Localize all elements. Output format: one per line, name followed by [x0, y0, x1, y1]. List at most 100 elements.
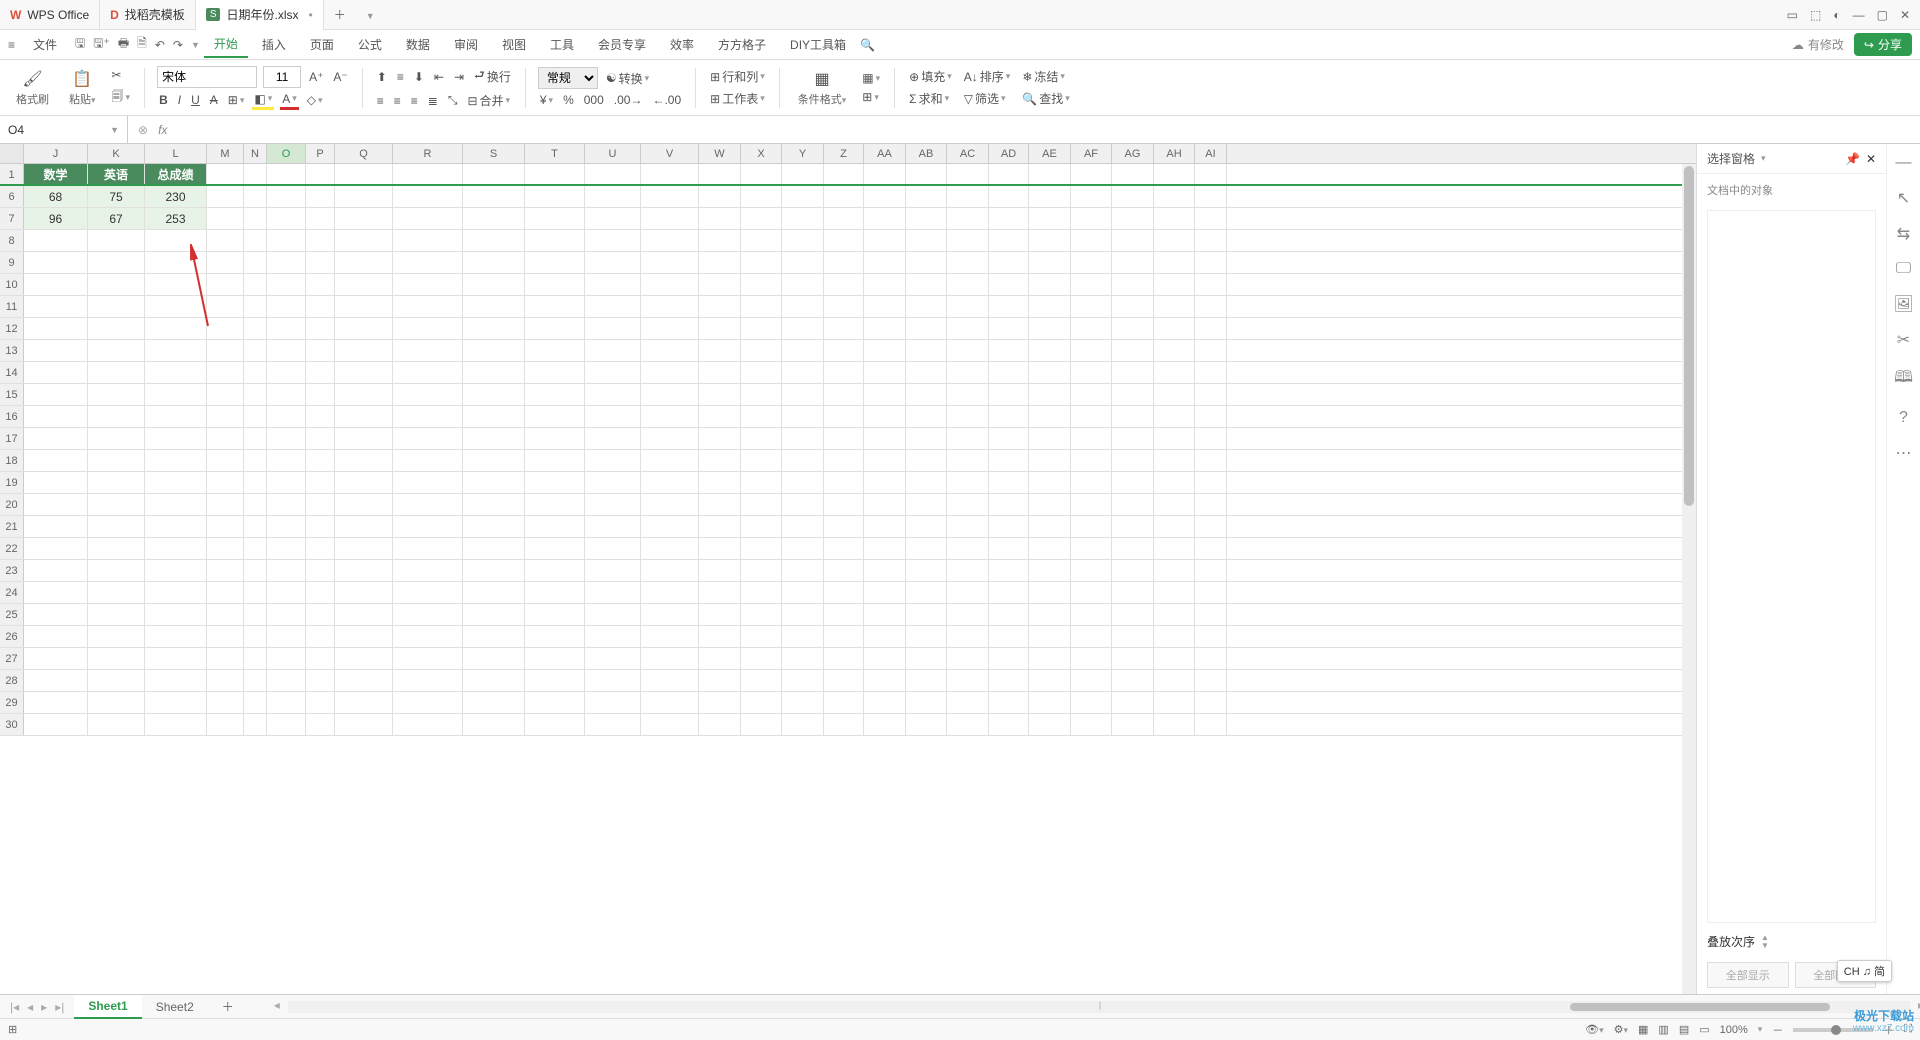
col-header-AF[interactable]: AF: [1071, 144, 1112, 163]
cell-AB1[interactable]: [906, 164, 947, 184]
cell-W17[interactable]: [699, 428, 741, 449]
cell-Q16[interactable]: [335, 406, 393, 427]
more-rail-icon[interactable]: ⋯: [1896, 443, 1912, 463]
cell-N29[interactable]: [244, 692, 267, 713]
cell-K14[interactable]: [88, 362, 145, 383]
cell-L29[interactable]: [145, 692, 207, 713]
share-button[interactable]: ↪ 分享: [1854, 33, 1912, 56]
cell-K21[interactable]: [88, 516, 145, 537]
image-rail-icon[interactable]: 🖼: [1893, 294, 1913, 314]
cell-AA11[interactable]: [864, 296, 906, 317]
save-icon[interactable]: 🖫: [75, 34, 85, 55]
cell-U10[interactable]: [585, 274, 641, 295]
menu-efficiency[interactable]: 效率: [660, 32, 704, 57]
cell-Y18[interactable]: [782, 450, 824, 471]
cell-AC12[interactable]: [947, 318, 989, 339]
cell-AH9[interactable]: [1154, 252, 1195, 273]
sheet-tab-1[interactable]: Sheet1: [74, 995, 141, 1019]
align-bottom-icon[interactable]: ⬇: [412, 69, 426, 85]
align-right-icon[interactable]: ≡: [409, 93, 420, 109]
cell-L17[interactable]: [145, 428, 207, 449]
cell-K1[interactable]: 英语: [88, 164, 145, 184]
cell-AF7[interactable]: [1071, 208, 1112, 229]
cell-M6[interactable]: [207, 186, 244, 207]
cell-AH28[interactable]: [1154, 670, 1195, 691]
cell-R12[interactable]: [393, 318, 463, 339]
font-select[interactable]: [157, 66, 257, 88]
cell-AC28[interactable]: [947, 670, 989, 691]
cell-L18[interactable]: [145, 450, 207, 471]
cell-AA6[interactable]: [864, 186, 906, 207]
currency-icon[interactable]: ¥▾: [538, 92, 555, 108]
cell-W28[interactable]: [699, 670, 741, 691]
cell-S18[interactable]: [463, 450, 525, 471]
cell-AD7[interactable]: [989, 208, 1029, 229]
cell-L15[interactable]: [145, 384, 207, 405]
cell-AA24[interactable]: [864, 582, 906, 603]
cell-N14[interactable]: [244, 362, 267, 383]
cell-R1[interactable]: [393, 164, 463, 184]
cell-O20[interactable]: [267, 494, 306, 515]
cell-AA18[interactable]: [864, 450, 906, 471]
cell-Z10[interactable]: [824, 274, 864, 295]
italic-icon[interactable]: I: [176, 92, 183, 108]
collapse-rail-icon[interactable]: ―: [1896, 154, 1912, 172]
zoom-value[interactable]: 100%: [1720, 1024, 1748, 1036]
cell-AF22[interactable]: [1071, 538, 1112, 559]
cell-AG9[interactable]: [1112, 252, 1154, 273]
cell-T16[interactable]: [525, 406, 585, 427]
cell-AB30[interactable]: [906, 714, 947, 735]
col-header-AE[interactable]: AE: [1029, 144, 1071, 163]
cell-AA14[interactable]: [864, 362, 906, 383]
cell-W25[interactable]: [699, 604, 741, 625]
maximize-icon[interactable]: ▢: [1877, 8, 1888, 22]
cell-AG8[interactable]: [1112, 230, 1154, 251]
cell-R16[interactable]: [393, 406, 463, 427]
cell-AI21[interactable]: [1195, 516, 1227, 537]
cell-N26[interactable]: [244, 626, 267, 647]
row-header[interactable]: 24: [0, 582, 24, 603]
cell-AB14[interactable]: [906, 362, 947, 383]
cell-L28[interactable]: [145, 670, 207, 691]
cell-V28[interactable]: [641, 670, 699, 691]
cell-R11[interactable]: [393, 296, 463, 317]
cell-Y8[interactable]: [782, 230, 824, 251]
cell-S21[interactable]: [463, 516, 525, 537]
cell-AD18[interactable]: [989, 450, 1029, 471]
cell-AA25[interactable]: [864, 604, 906, 625]
cell-U7[interactable]: [585, 208, 641, 229]
cell-S16[interactable]: [463, 406, 525, 427]
cell-Q25[interactable]: [335, 604, 393, 625]
col-header-W[interactable]: W: [699, 144, 741, 163]
cell-N6[interactable]: [244, 186, 267, 207]
cell-M16[interactable]: [207, 406, 244, 427]
cell-AI19[interactable]: [1195, 472, 1227, 493]
cell-U14[interactable]: [585, 362, 641, 383]
window-snap-icon[interactable]: ▭: [1787, 8, 1798, 22]
cell-T30[interactable]: [525, 714, 585, 735]
cell-AE11[interactable]: [1029, 296, 1071, 317]
cell-AB17[interactable]: [906, 428, 947, 449]
cell-V24[interactable]: [641, 582, 699, 603]
cell-W10[interactable]: [699, 274, 741, 295]
cell-X9[interactable]: [741, 252, 782, 273]
cancel-fx-icon[interactable]: ⊗: [138, 123, 148, 137]
cell-AI9[interactable]: [1195, 252, 1227, 273]
cell-U20[interactable]: [585, 494, 641, 515]
cell-N7[interactable]: [244, 208, 267, 229]
cell-Y29[interactable]: [782, 692, 824, 713]
select-tool-icon[interactable]: ↖: [1897, 188, 1910, 208]
row-header[interactable]: 30: [0, 714, 24, 735]
cell-J18[interactable]: [24, 450, 88, 471]
cell-AH11[interactable]: [1154, 296, 1195, 317]
cell-P19[interactable]: [306, 472, 335, 493]
cell-V23[interactable]: [641, 560, 699, 581]
cell-Z23[interactable]: [824, 560, 864, 581]
cell-AE16[interactable]: [1029, 406, 1071, 427]
cell-AE9[interactable]: [1029, 252, 1071, 273]
cell-U12[interactable]: [585, 318, 641, 339]
cell-AE6[interactable]: [1029, 186, 1071, 207]
cell-AG14[interactable]: [1112, 362, 1154, 383]
cell-AI28[interactable]: [1195, 670, 1227, 691]
menu-review[interactable]: 审阅: [444, 32, 488, 57]
